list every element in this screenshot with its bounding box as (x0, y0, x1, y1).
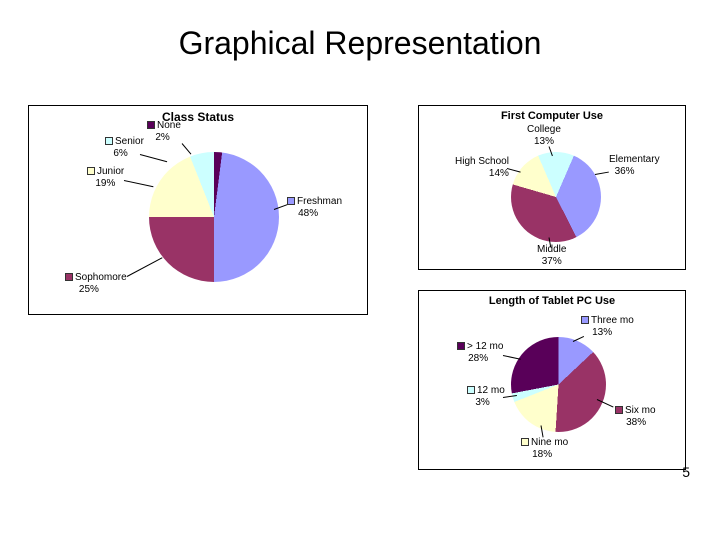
pie-label-six-mo: Six mo 38% (615, 405, 656, 429)
chart-title: Class Status (29, 106, 367, 124)
chart-first-computer-use: First Computer Use College13% Elementary… (418, 105, 686, 270)
chart-class-status: Class Status None 2% Senior 6% Junior 19… (28, 105, 368, 315)
pie-label-three-mo: Three mo 13% (581, 315, 634, 339)
pie-label-middle: Middle37% (537, 244, 566, 268)
page-number: 5 (682, 464, 690, 480)
pie-label-gt12mo: > 12 mo 28% (457, 341, 503, 365)
slide-title: Graphical Representation (0, 0, 720, 62)
pie-label-none: None 2% (147, 120, 181, 144)
pie-label-12mo: 12 mo 3% (467, 385, 505, 409)
chart-title: First Computer Use (419, 106, 685, 122)
pie-label-elementary: Elementary 36% (609, 154, 660, 178)
chart-title: Length of Tablet PC Use (419, 291, 685, 307)
chart-tablet-pc-use: Length of Tablet PC Use Three mo 13% Six… (418, 290, 686, 470)
pie-chart (149, 152, 279, 282)
pie-label-senior: Senior 6% (105, 136, 144, 160)
pie-chart (511, 337, 606, 432)
pie-label-nine-mo: Nine mo 18% (521, 437, 568, 461)
pie-chart (511, 152, 601, 242)
pie-label-freshman: Freshman 48% (287, 196, 342, 220)
pie-label-highschool: High School14% (455, 156, 509, 180)
pie-label-junior: Junior 19% (87, 166, 124, 190)
pie-label-sophomore: Sophomore 25% (65, 272, 127, 296)
pie-label-college: College13% (527, 124, 561, 148)
